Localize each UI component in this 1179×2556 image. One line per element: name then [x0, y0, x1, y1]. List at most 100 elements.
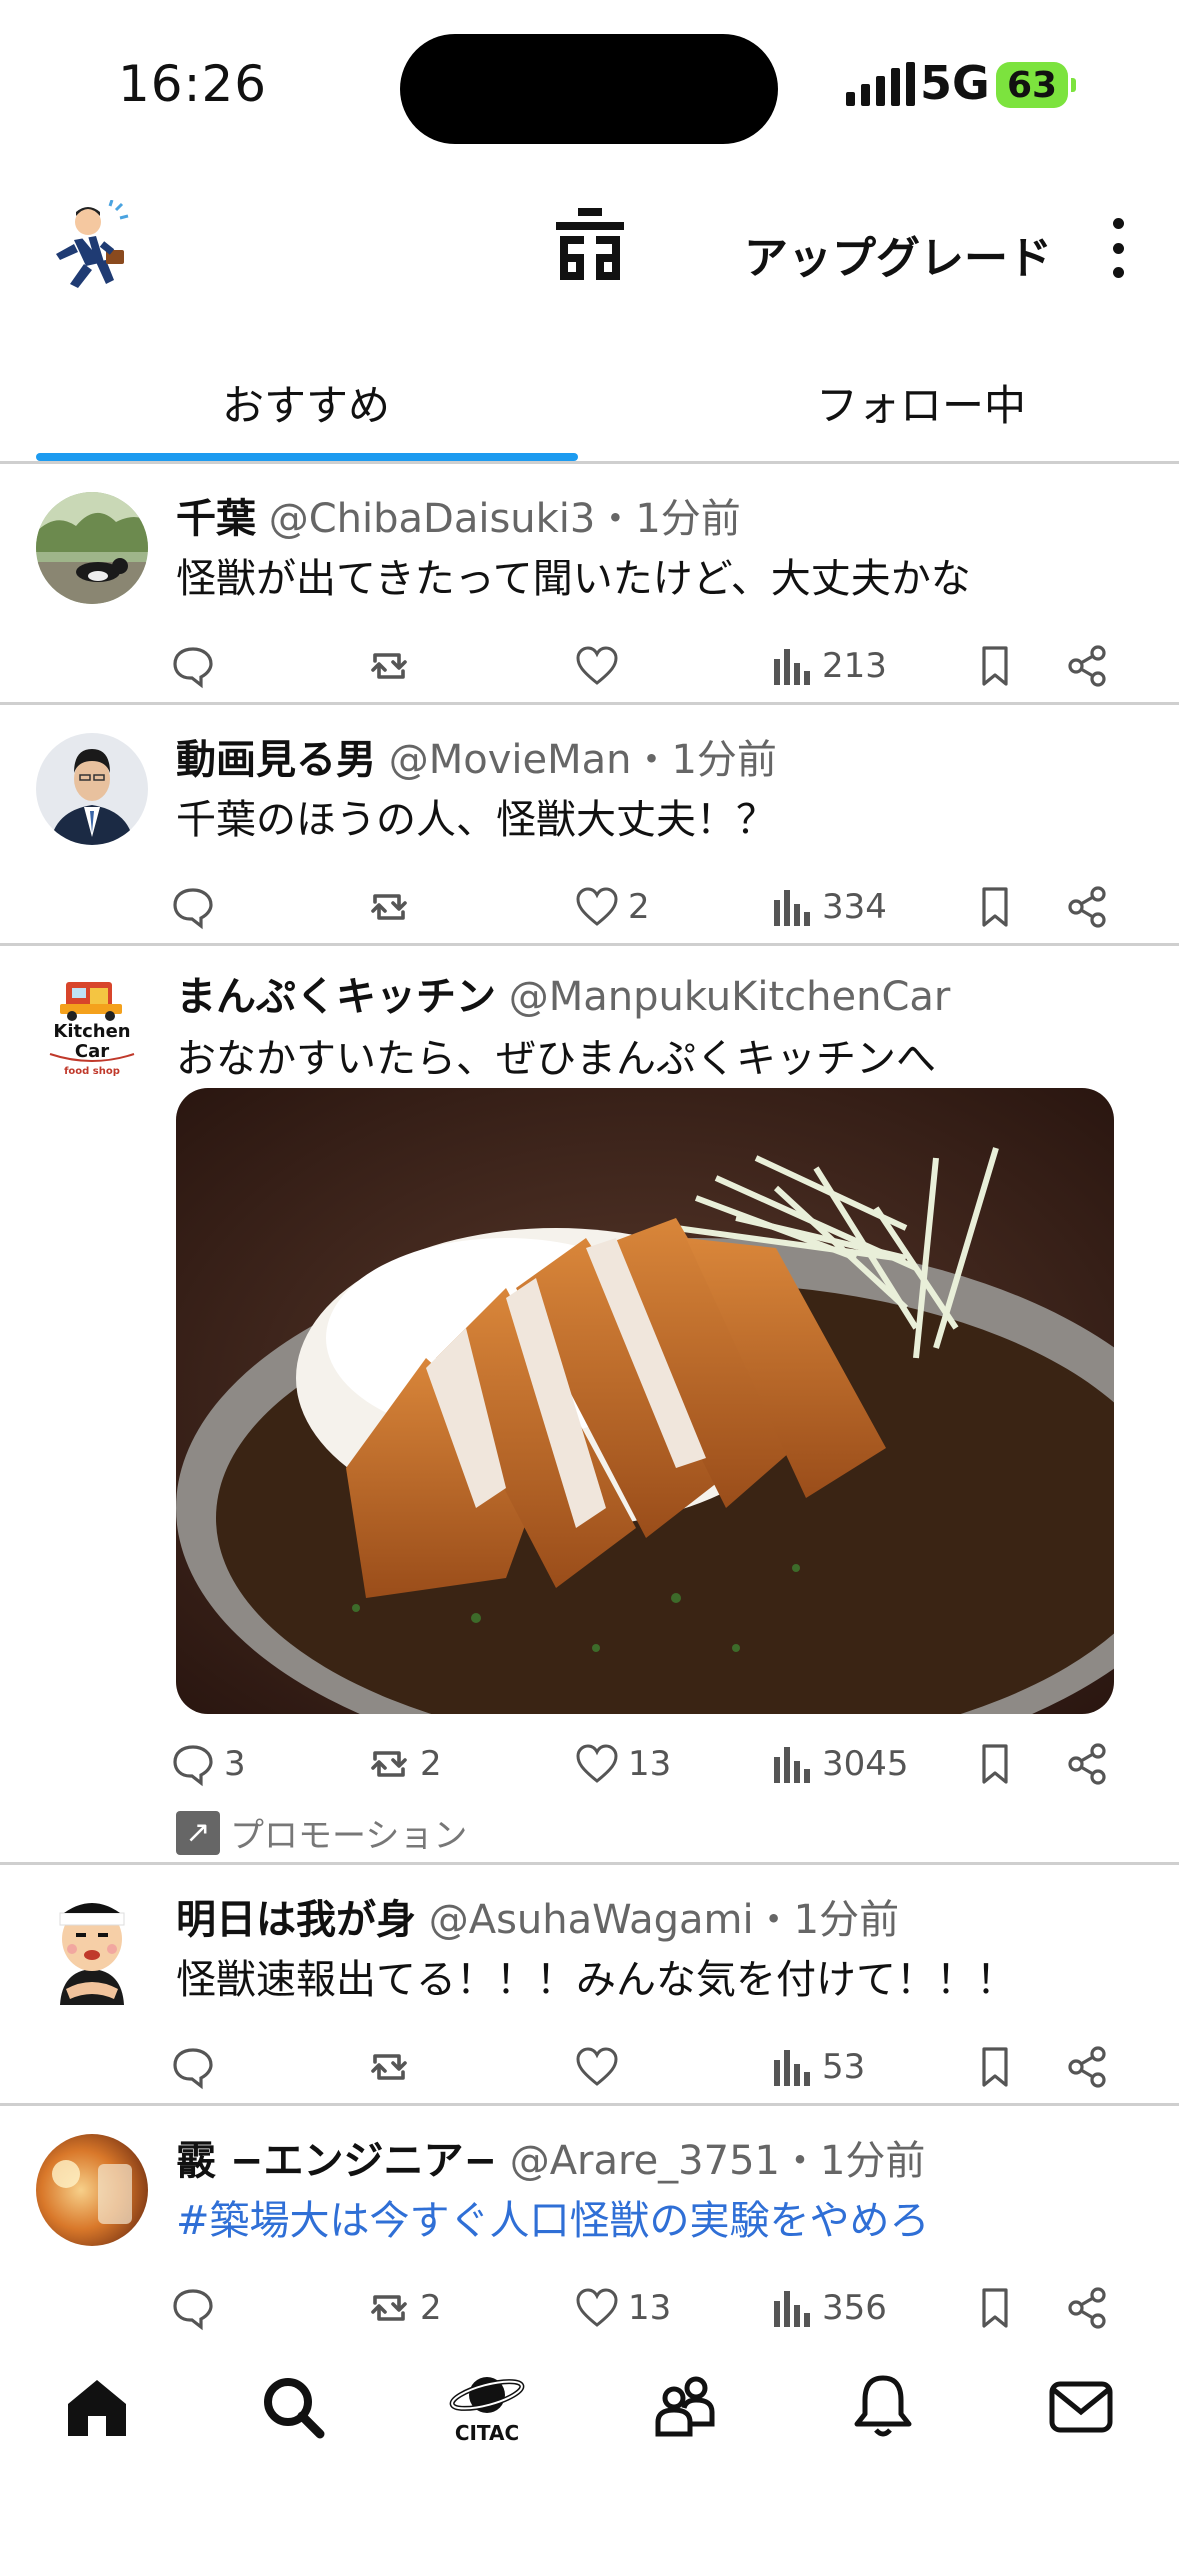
handle[interactable]: @MovieMan: [389, 737, 632, 783]
view-count: 53: [822, 2047, 866, 2087]
reply-button[interactable]: 3: [170, 1736, 246, 1792]
bookmark-icon: [972, 1741, 1018, 1787]
retweet-button[interactable]: [366, 2039, 420, 2095]
reply-button[interactable]: [170, 2280, 224, 2336]
share-icon: [1064, 884, 1110, 930]
view-count: 213: [822, 646, 887, 686]
bar-chart-icon: [768, 643, 814, 689]
dynamic-island: [400, 34, 778, 144]
like-button[interactable]: 2: [574, 879, 650, 935]
nav-home[interactable]: [52, 2362, 142, 2452]
divider: [0, 1862, 1179, 1865]
mail-icon: [1049, 2381, 1113, 2433]
post-time: ・1分前: [779, 2138, 926, 2184]
reply-button[interactable]: [170, 879, 224, 935]
share-button[interactable]: [1064, 2280, 1110, 2336]
display-name[interactable]: 千葉: [176, 496, 256, 542]
like-button[interactable]: [574, 638, 628, 694]
bookmark-button[interactable]: [972, 2280, 1018, 2336]
nav-search[interactable]: [248, 2362, 338, 2452]
display-name[interactable]: まんぷくキッチン: [176, 974, 496, 1020]
handle[interactable]: @ChibaDaisuki3: [269, 496, 596, 542]
reply-icon: [170, 2044, 216, 2090]
post-text: おなかすいたら、ぜひまんぷくキッチンへ: [176, 1036, 936, 1082]
bar-chart-icon: [768, 2285, 814, 2331]
share-icon: [1064, 2285, 1110, 2331]
post-time: ・1分前: [595, 496, 741, 542]
promoted-arrow-icon: ↗: [176, 1810, 220, 1855]
retweet-button[interactable]: [366, 638, 420, 694]
reply-button[interactable]: [170, 2039, 224, 2095]
post-image-katsu-curry[interactable]: [176, 1088, 1114, 1714]
avatar[interactable]: [36, 1893, 148, 2005]
like-button[interactable]: 13: [574, 1736, 671, 1792]
nav-notifications[interactable]: [838, 2362, 928, 2452]
action-bar: 2 334: [170, 879, 1120, 935]
bookmark-icon: [972, 643, 1018, 689]
share-button[interactable]: [1064, 638, 1110, 694]
avatar[interactable]: [36, 492, 148, 604]
views-button[interactable]: 3045: [768, 1736, 909, 1792]
tab-recommended[interactable]: おすすめ: [222, 372, 390, 433]
retweet-button[interactable]: 2: [366, 2280, 442, 2336]
views-button[interactable]: 356: [768, 2280, 887, 2336]
post-text: 千葉のほうの人、怪獣大丈夫！？: [176, 797, 776, 843]
share-button[interactable]: [1064, 2039, 1110, 2095]
logo-text: Kitchen Car: [53, 1021, 131, 1062]
handle[interactable]: @AsuhaWagami: [429, 1897, 754, 1943]
bookmark-icon: [972, 884, 1018, 930]
handle[interactable]: @ManpukuKitchenCar: [509, 974, 951, 1020]
avatar[interactable]: Kitchen Car food shop: [36, 974, 148, 1086]
bookmark-button[interactable]: [972, 879, 1018, 935]
nav-communities[interactable]: [640, 2362, 730, 2452]
retweet-icon: [366, 2285, 412, 2331]
people-icon: [655, 2376, 715, 2437]
share-button[interactable]: [1064, 1736, 1110, 1792]
battery-icon: 63: [996, 62, 1068, 108]
share-button[interactable]: [1064, 879, 1110, 935]
view-count: 334: [822, 887, 887, 927]
bookmark-button[interactable]: [972, 638, 1018, 694]
reply-icon: [170, 2285, 216, 2331]
action-bar: 213: [170, 638, 1120, 694]
views-button[interactable]: 334: [768, 879, 887, 935]
bar-chart-icon: [768, 884, 814, 930]
avatar[interactable]: [36, 733, 148, 845]
retweet-count: 2: [420, 2288, 442, 2328]
share-icon: [1064, 643, 1110, 689]
reply-button[interactable]: [170, 638, 224, 694]
avatar[interactable]: [36, 2134, 148, 2246]
search-icon: [264, 2378, 325, 2439]
display-name[interactable]: 霰 −エンジニア−: [176, 2138, 497, 2184]
app-logo-icon[interactable]: [556, 208, 624, 280]
handle[interactable]: @Arare_3751: [510, 2138, 780, 2184]
upgrade-button[interactable]: アップグレード: [744, 222, 1052, 286]
views-button[interactable]: 53: [768, 2039, 865, 2095]
heart-icon: [574, 884, 620, 930]
post-header: 明日は我が身 @AsuhaWagami・1分前: [176, 1887, 899, 1945]
signal-icon: [846, 62, 915, 106]
like-button[interactable]: 13: [574, 2280, 671, 2336]
planet-icon: [449, 2377, 525, 2413]
tab-following[interactable]: フォロー中: [816, 372, 1026, 433]
promotion-label: ↗ プロモーション: [176, 1808, 467, 1857]
like-button[interactable]: [574, 2039, 628, 2095]
status-time: 16:26: [118, 55, 268, 113]
views-button[interactable]: 213: [768, 638, 887, 694]
nav-space[interactable]: CITAC: [442, 2362, 532, 2452]
display-name[interactable]: 明日は我が身: [176, 1897, 416, 1943]
retweet-button[interactable]: 2: [366, 1736, 442, 1792]
view-count: 3045: [822, 1744, 909, 1784]
bookmark-button[interactable]: [972, 2039, 1018, 2095]
heart-icon: [574, 1741, 620, 1787]
retweet-button[interactable]: [366, 879, 420, 935]
hashtag-link[interactable]: #築場大は今すぐ人口怪獣の実験をやめろ: [176, 2188, 930, 2246]
post-time: ・1分前: [631, 737, 777, 783]
more-menu-icon[interactable]: [1108, 218, 1128, 278]
display-name[interactable]: 動画見る男: [176, 737, 376, 783]
heart-icon: [574, 2285, 620, 2331]
nav-messages[interactable]: [1036, 2362, 1126, 2452]
profile-avatar-button[interactable]: [44, 199, 140, 296]
bookmark-button[interactable]: [972, 1736, 1018, 1792]
retweet-icon: [366, 1741, 412, 1787]
